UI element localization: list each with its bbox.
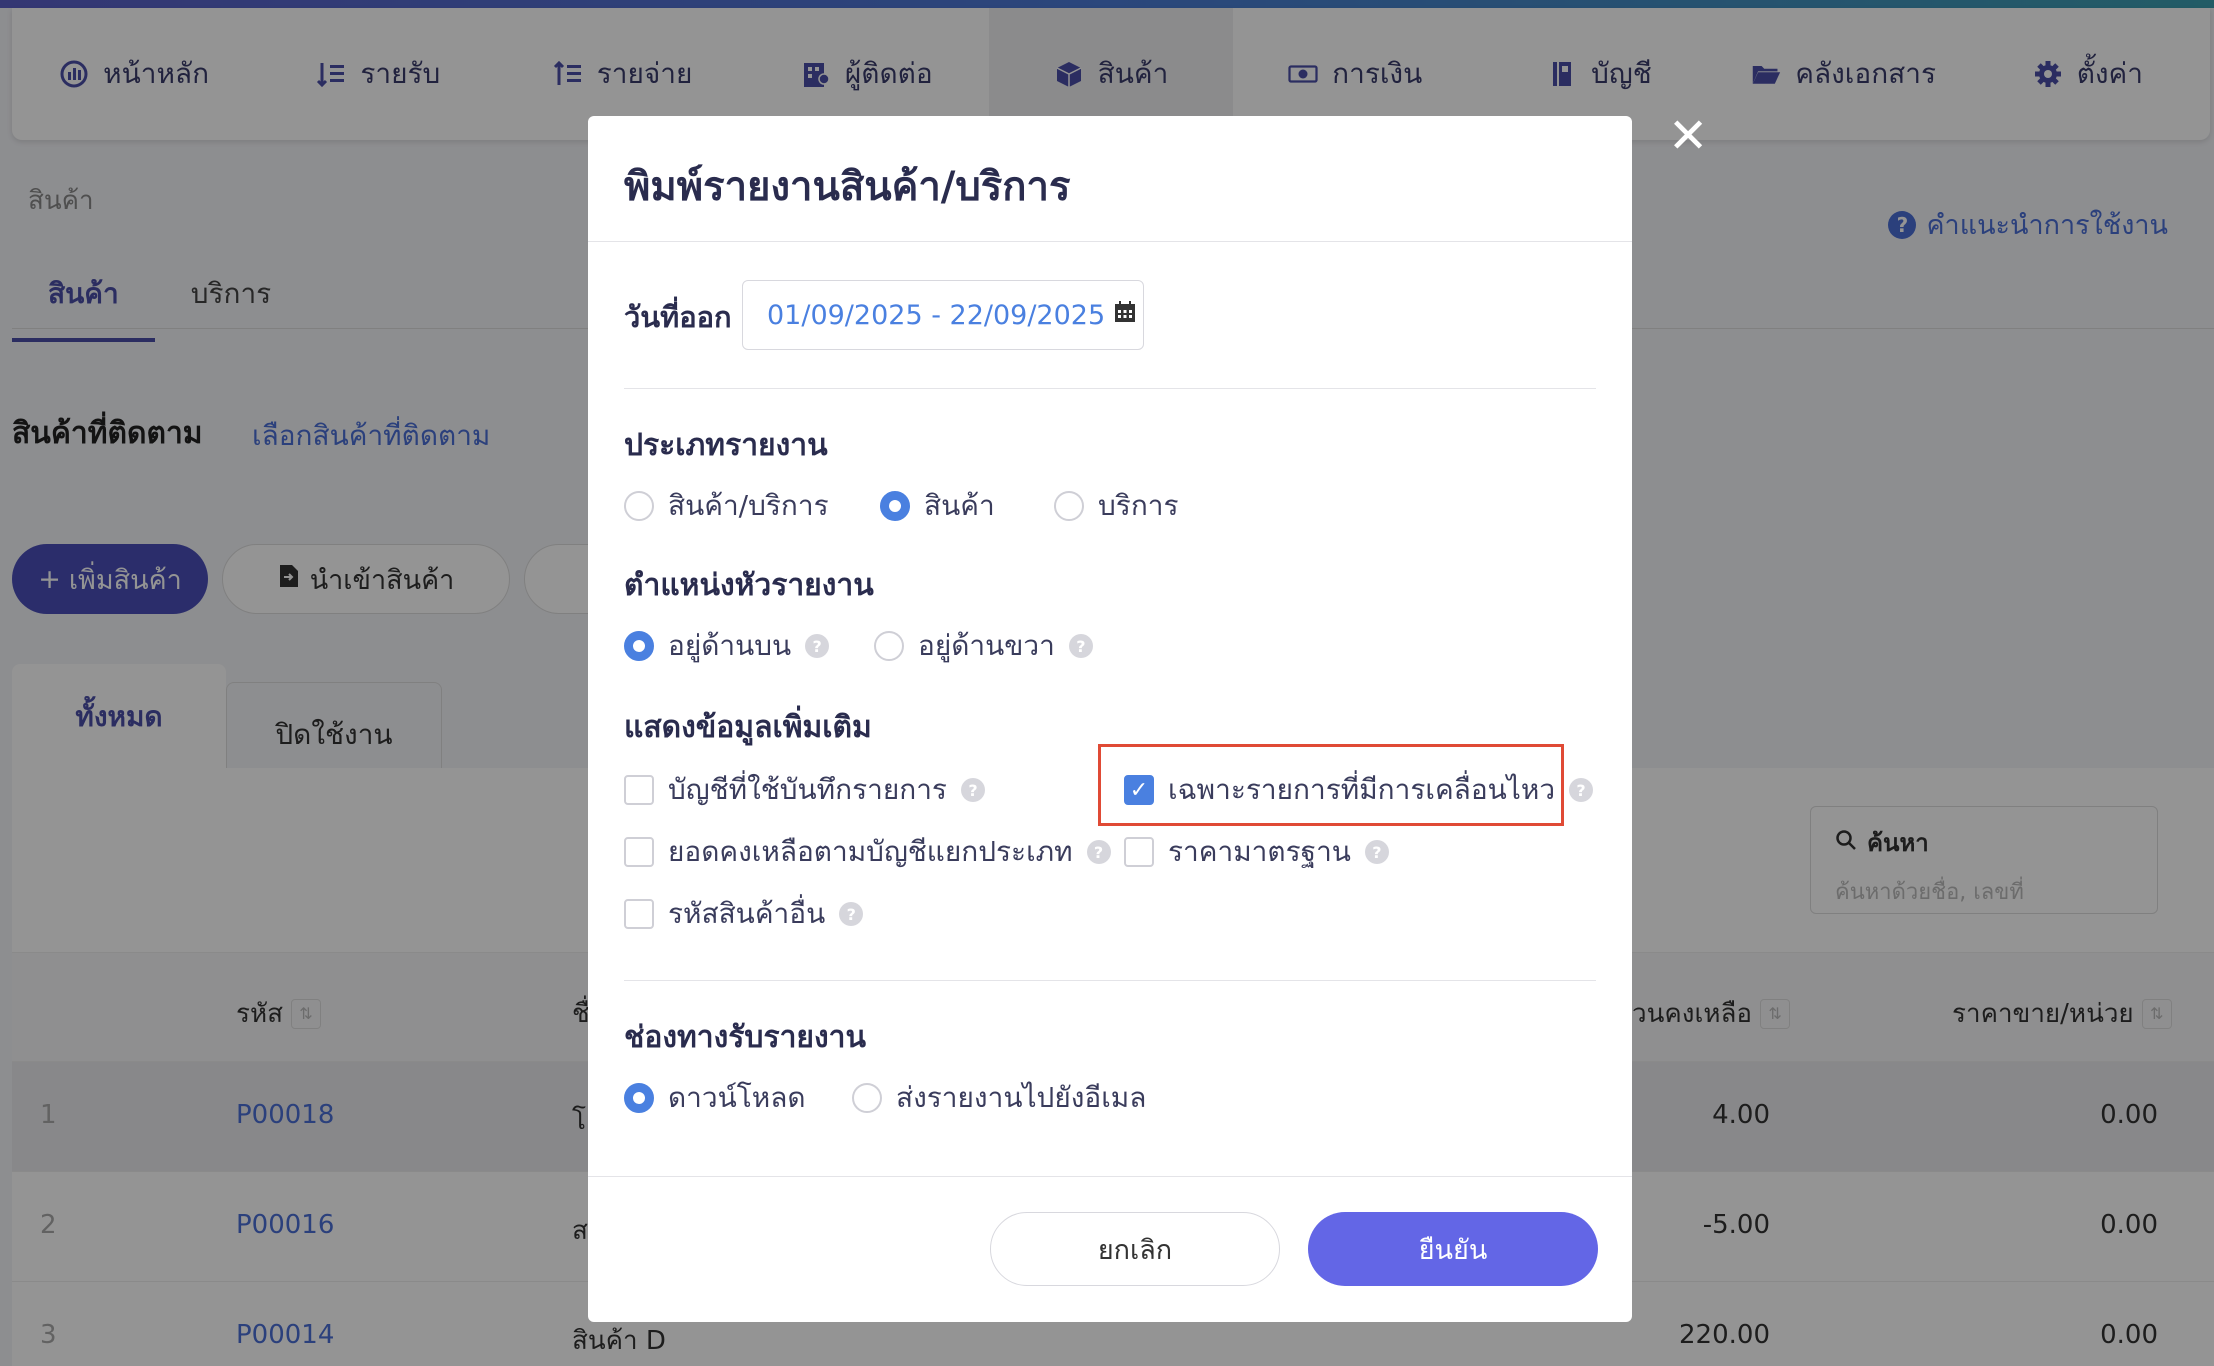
radio-circle[interactable] [874,631,904,661]
radio-label: สินค้า/บริการ [668,489,829,522]
close-icon[interactable]: ✕ [1668,112,1708,160]
radio-circle[interactable] [880,491,910,521]
extra-info-title: แสดงข้อมูลเพิ่มเติม [624,710,872,745]
radio-label: สินค้า [924,489,995,522]
help-icon[interactable]: ? [1364,840,1389,864]
radio-circle[interactable] [624,491,654,521]
calendar-icon [1113,300,1137,331]
channel-title: ช่องทางรับรายงาน [624,1020,866,1055]
checkbox[interactable] [624,775,654,805]
checkbox[interactable] [624,899,654,929]
radio-label: ส่งรายงานไปยังอีเมล [896,1081,1147,1114]
help-icon[interactable]: ? [1569,778,1594,802]
checkbox-label: ยอดคงเหลือตามบัญชีแยกประเภท [668,835,1073,868]
cancel-button[interactable]: ยกเลิก [990,1212,1280,1286]
checkbox-other-codes[interactable]: รหัสสินค้าอื่น ? [624,892,864,936]
checkbox[interactable]: ✓ [1124,775,1154,805]
divider [588,1176,1632,1177]
modal-title: พิมพ์รายงานสินค้า/บริการ [624,164,1071,210]
report-type-title: ประเภทรายงาน [624,428,828,463]
radio-product[interactable]: สินค้า [880,484,995,528]
checkbox[interactable] [1124,837,1154,867]
radio-product-service[interactable]: สินค้า/บริการ [624,484,829,528]
radio-label: อยู่ด้านบน [668,629,792,662]
radio-circle[interactable] [852,1083,882,1113]
radio-header-right[interactable]: อยู่ด้านขวา ? [874,624,1093,668]
header-position-title: ตำแหน่งหัวรายงาน [624,568,874,603]
date-label: วันที่ออก [624,300,732,334]
date-range-value: 01/09/2025 - 22/09/2025 [767,299,1106,331]
checkbox-account-used[interactable]: บัญชีที่ใช้บันทึกรายการ ? [624,768,985,812]
radio-email[interactable]: ส่งรายงานไปยังอีเมล [852,1076,1146,1120]
divider [588,241,1632,242]
help-icon[interactable]: ? [805,634,830,658]
checkbox-standard-price[interactable]: ราคามาตรฐาน ? [1124,830,1389,874]
radio-circle[interactable] [1054,491,1084,521]
divider [624,980,1596,981]
radio-circle[interactable] [624,1083,654,1113]
radio-circle[interactable] [624,631,654,661]
checkbox-moving-items-only[interactable]: ✓ เฉพาะรายการที่มีการเคลื่อนไหว ? [1124,768,1594,812]
checkbox-label: เฉพาะรายการที่มีการเคลื่อนไหว [1168,773,1556,806]
checkbox-label: รหัสสินค้าอื่น [668,897,826,930]
checkbox-label: ราคามาตรฐาน [1168,835,1351,868]
help-icon[interactable]: ? [960,778,985,802]
help-icon[interactable]: ? [1068,634,1093,658]
print-report-modal: พิมพ์รายงานสินค้า/บริการ วันที่ออก 01/09… [588,116,1632,1322]
divider [624,388,1596,389]
radio-label: บริการ [1098,489,1179,522]
confirm-button[interactable]: ยืนยัน [1308,1212,1598,1286]
radio-label: อยู่ด้านขวา [918,629,1055,662]
help-icon[interactable]: ? [839,902,864,926]
radio-service[interactable]: บริการ [1054,484,1179,528]
radio-label: ดาวน์โหลด [668,1081,806,1114]
checkbox[interactable] [624,837,654,867]
checkbox-label: บัญชีที่ใช้บันทึกรายการ [668,773,947,806]
help-icon[interactable]: ? [1086,840,1111,864]
checkbox-ledger-balance[interactable]: ยอดคงเหลือตามบัญชีแยกประเภท ? [624,830,1111,874]
date-range-picker[interactable]: 01/09/2025 - 22/09/2025 [742,280,1144,350]
radio-header-top[interactable]: อยู่ด้านบน ? [624,624,830,668]
radio-download[interactable]: ดาวน์โหลด [624,1076,806,1120]
